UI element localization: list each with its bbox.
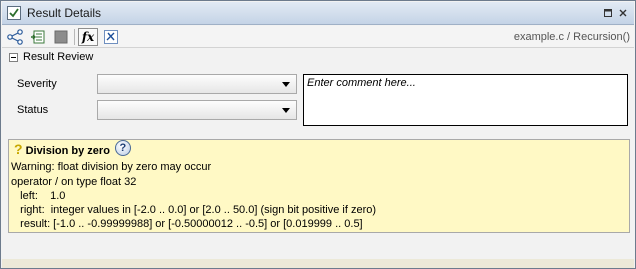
restore-icon[interactable] [602,7,613,18]
status-label: Status [17,104,49,116]
severity-select[interactable] [97,74,297,94]
chevron-down-icon [282,82,290,87]
chevron-down-icon [282,108,290,113]
warning-question-icon: ? [14,141,23,157]
source-view-icon[interactable] [28,28,48,46]
toolbar: fx example.c / Recursion() [2,26,634,48]
checkmark-icon [7,6,21,20]
call-graph-icon[interactable] [5,28,25,46]
title-bar[interactable]: Result Details [2,2,634,25]
severity-label: Severity [17,78,57,90]
function-icon[interactable] [101,28,121,46]
details-header: ? Division by zero ? [14,140,131,157]
section-title: Result Review [23,51,94,63]
breadcrumb[interactable]: example.c / Recursion() [514,31,630,43]
collapse-icon[interactable] [9,52,18,62]
detail-line: left: 1.0 [11,190,66,202]
disabled-tool-icon [51,28,71,46]
detail-line: operator / on type float 32 [11,176,137,188]
result-details-panel: ? Division by zero ? Warning: float divi… [8,139,630,233]
comment-placeholder: Enter comment here... [307,77,416,89]
detail-line: result: [-1.0 .. -0.99999988] or [-0.500… [11,218,363,230]
status-select[interactable] [97,100,297,120]
detail-line: right: integer values in [-2.0 .. 0.0] o… [11,204,377,216]
result-details-window: Result Details fx example.c / Recursion(… [0,0,636,269]
window-title: Result Details [27,6,102,20]
check-title: Division by zero [25,144,110,157]
toolbar-separator [74,28,75,45]
status-bar [2,259,634,268]
close-icon[interactable] [617,7,628,18]
comment-field[interactable]: Enter comment here... [303,74,628,126]
result-review-header[interactable]: Result Review [9,51,93,63]
help-icon[interactable]: ? [114,140,131,156]
fx-button[interactable]: fx [78,27,98,46]
detail-line: Warning: float division by zero may occu… [11,161,212,173]
